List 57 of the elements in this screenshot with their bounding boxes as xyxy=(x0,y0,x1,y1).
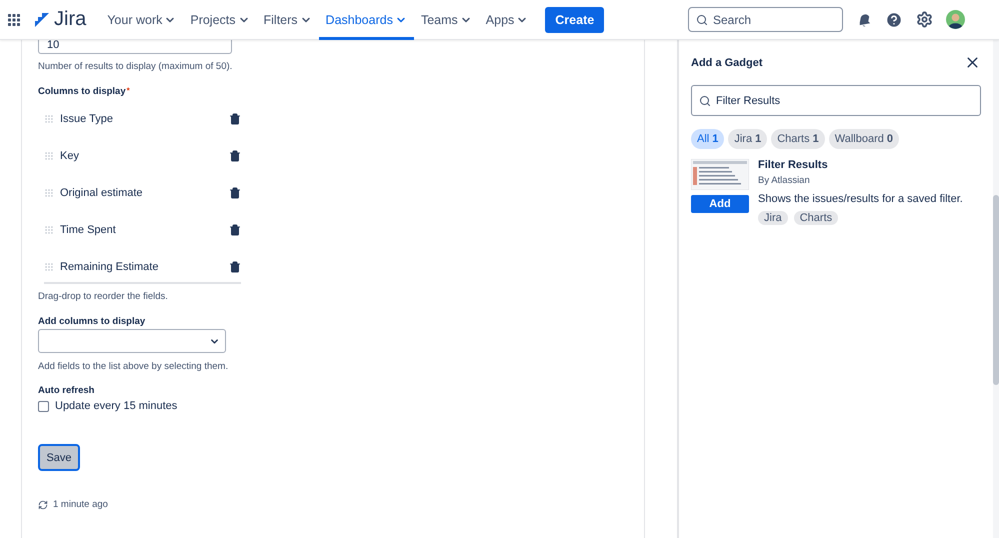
filter-chip[interactable]: All 1 xyxy=(691,129,724,149)
auto-refresh-label: Auto refresh xyxy=(38,385,96,396)
search-icon xyxy=(699,94,711,106)
results-count-field[interactable]: 10 xyxy=(38,40,232,54)
save-button[interactable]: Save xyxy=(38,444,80,471)
columns-label: Columns to display* xyxy=(38,86,131,97)
refresh-icon xyxy=(38,500,48,510)
column-name: Time Spent xyxy=(60,224,117,236)
column-name: Original estimate xyxy=(60,186,144,198)
avatar-icon[interactable] xyxy=(946,10,965,29)
delete-icon[interactable] xyxy=(229,150,241,162)
gadget-tag: Jira xyxy=(758,211,788,225)
drag-handle-icon[interactable] xyxy=(44,224,54,234)
drag-handle-icon[interactable] xyxy=(44,150,54,160)
drag-handle-icon[interactable] xyxy=(44,188,54,198)
drag-handle-icon[interactable] xyxy=(44,114,54,124)
add-columns-label: Add columns to display xyxy=(38,316,146,327)
filter-chip[interactable]: Charts 1 xyxy=(771,129,825,149)
checkbox[interactable] xyxy=(38,400,49,412)
scrollbar-thumb[interactable] xyxy=(993,195,999,385)
nav-menu-item[interactable]: Filters xyxy=(256,0,319,40)
app-logo[interactable]: Jira xyxy=(54,8,86,31)
create-button[interactable]: Create xyxy=(545,6,604,32)
nav-menu-item[interactable]: Your work xyxy=(100,0,184,40)
column-name: Issue Type xyxy=(60,112,114,124)
updated-time: 1 minute ago xyxy=(53,499,108,510)
app-grid-icon[interactable] xyxy=(8,14,20,26)
logo-icon xyxy=(34,12,50,28)
delete-icon[interactable] xyxy=(229,186,241,198)
gadget-title: Filter Results xyxy=(758,159,829,171)
bell-icon[interactable] xyxy=(857,12,872,27)
nav-menu-item[interactable]: Dashboards xyxy=(318,0,414,40)
nav-menu-item[interactable]: Projects xyxy=(183,0,257,40)
panel-title: Add a Gadget xyxy=(691,56,763,68)
delete-icon[interactable] xyxy=(229,112,241,124)
add-columns-hint: Add fields to the list above by selecting them. xyxy=(38,361,230,372)
delete-icon[interactable] xyxy=(229,224,241,236)
nav-menu-item[interactable]: Teams xyxy=(414,0,479,40)
checkbox-label: Update every 15 minutes xyxy=(55,400,178,412)
nav-menu-item[interactable]: Apps xyxy=(478,0,536,40)
results-hint: Number of results to display (maximum of 50). xyxy=(38,61,234,72)
reorder-hint: Drag-drop to reorder the fields. xyxy=(38,291,169,302)
gadget-description: Shows the issues/results for a saved filter. xyxy=(758,193,963,205)
add-button[interactable]: Add xyxy=(691,195,749,213)
gadget-tag: Charts xyxy=(794,211,838,225)
search-field[interactable]: Search xyxy=(688,7,843,32)
column-name: Remaining Estimate xyxy=(60,260,160,272)
filter-chip[interactable]: Wallboard 0 xyxy=(828,129,899,149)
gadget-search-field[interactable]: Filter Results xyxy=(691,85,981,116)
help-icon[interactable] xyxy=(885,10,903,28)
settings-icon[interactable] xyxy=(916,11,933,28)
gadget-author: By Atlassian xyxy=(758,175,811,186)
delete-icon[interactable] xyxy=(229,260,241,272)
search-icon xyxy=(696,14,708,26)
drag-handle-icon[interactable] xyxy=(44,262,54,272)
column-name: Key xyxy=(60,150,80,162)
filter-chip[interactable]: Jira 1 xyxy=(728,129,768,149)
